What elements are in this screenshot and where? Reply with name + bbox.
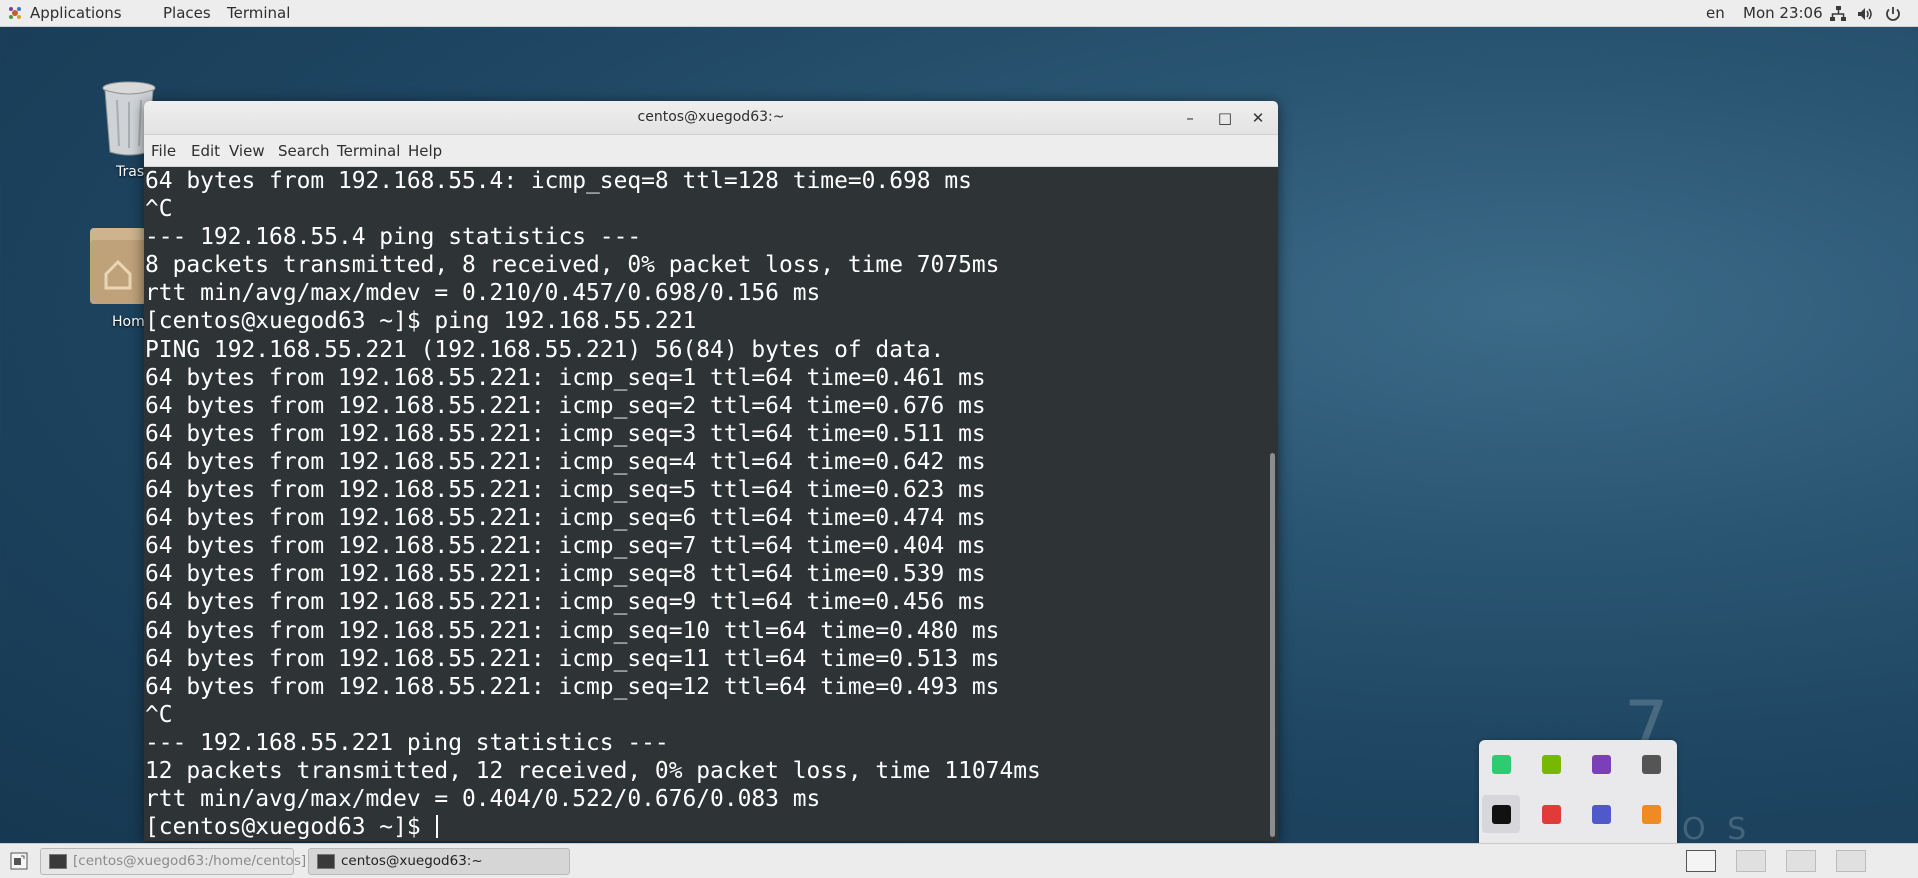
terminal-window: centos@xuegod63:~ – □ ✕ File Edit View S…	[144, 101, 1278, 841]
terminal-line: 64 bytes from 192.168.55.221: icmp_seq=7…	[145, 533, 986, 560]
applications-icon[interactable]	[8, 6, 22, 20]
terminal-line: 64 bytes from 192.168.55.221: icmp_seq=1…	[145, 673, 1000, 700]
centos-watermark-text: O S	[1682, 812, 1753, 847]
terminal-line: 64 bytes from 192.168.55.221: icmp_seq=6…	[145, 505, 986, 532]
bookmark-app-icon-glyph	[1492, 805, 1511, 824]
terminal-line: rtt min/avg/max/mdev = 0.210/0.457/0.698…	[145, 280, 821, 307]
nvidia-icon-glyph	[1542, 755, 1561, 774]
terminal-line: rtt min/avg/max/mdev = 0.404/0.522/0.676…	[145, 786, 821, 813]
task-terminal[interactable]: centos@xuegod63:~	[308, 848, 570, 875]
terminal-line: 64 bytes from 192.168.55.221: icmp_seq=8…	[145, 561, 986, 588]
menu-terminal[interactable]: Terminal	[337, 142, 400, 160]
menu-help[interactable]: Help	[408, 142, 442, 160]
places-menu[interactable]: Places	[163, 4, 211, 22]
wechat-icon[interactable]	[1482, 745, 1520, 783]
orange-app-icon[interactable]	[1632, 795, 1670, 833]
workspace-2[interactable]	[1736, 850, 1766, 872]
terminal-cursor	[436, 815, 439, 839]
onenote-icon[interactable]	[1582, 745, 1620, 783]
window-titlebar[interactable]: centos@xuegod63:~ – □ ✕	[144, 101, 1278, 135]
terminal-scrollbar[interactable]	[1266, 167, 1278, 841]
terminal-line: 12 packets transmitted, 12 received, 0% …	[145, 757, 1041, 784]
terminal-line: 64 bytes from 192.168.55.221: icmp_seq=5…	[145, 477, 986, 504]
terminal-task-icon	[317, 854, 335, 869]
nvidia-icon[interactable]	[1532, 745, 1570, 783]
power-icon[interactable]	[1884, 5, 1902, 23]
menu-search[interactable]: Search	[278, 142, 330, 160]
terminal-prompt-line: [centos@xuegod63 ~]$	[145, 813, 1266, 841]
terminal-line: 64 bytes from 192.168.55.4: icmp_seq=8 t…	[145, 168, 972, 194]
terminal-line: --- 192.168.55.4 ping statistics ---	[145, 224, 642, 251]
onedrive-icon-glyph	[1642, 755, 1661, 774]
terminal-line: ^C	[145, 196, 173, 223]
teams-icon[interactable]	[1582, 795, 1620, 833]
terminal-line: --- 192.168.55.221 ping statistics ---	[145, 729, 669, 756]
terminal-line: 64 bytes from 192.168.55.221: icmp_seq=1…	[145, 645, 1000, 672]
volume-icon[interactable]	[1856, 5, 1874, 23]
show-desktop-icon[interactable]	[10, 852, 28, 870]
wechat-icon-glyph	[1492, 755, 1511, 774]
minimize-button[interactable]: –	[1180, 108, 1200, 128]
task-label: centos@xuegod63:~	[341, 853, 483, 869]
network-icon[interactable]	[1829, 5, 1847, 23]
workspace-4[interactable]	[1836, 850, 1866, 872]
workspace-1[interactable]	[1686, 850, 1716, 872]
top-panel: Applications Places Terminal en Mon 23:0…	[0, 0, 1918, 27]
scrollbar-thumb[interactable]	[1270, 453, 1275, 837]
home-folder-icon[interactable]	[88, 222, 148, 308]
terminal-line: ^C	[145, 701, 173, 728]
workspace-3[interactable]	[1786, 850, 1816, 872]
terminal-line: 64 bytes from 192.168.55.221: icmp_seq=2…	[145, 392, 986, 419]
bookmark-app-icon[interactable]	[1482, 795, 1520, 833]
red-app-icon-glyph	[1542, 805, 1561, 824]
clock[interactable]: Mon 23:06	[1743, 4, 1823, 22]
terminal-line: 64 bytes from 192.168.55.221: icmp_seq=3…	[145, 420, 986, 447]
task-home-centos[interactable]: [centos@xuegod63:/home/centos]	[40, 848, 306, 875]
red-app-icon[interactable]	[1532, 795, 1570, 833]
orange-app-icon-glyph	[1642, 805, 1661, 824]
trash-label: Tras	[116, 164, 145, 180]
window-title: centos@xuegod63:~	[637, 109, 785, 125]
input-language[interactable]: en	[1706, 4, 1725, 22]
menu-edit[interactable]: Edit	[191, 142, 220, 160]
terminal-menubar: File Edit View Search Terminal Help	[144, 135, 1278, 167]
menu-view[interactable]: View	[229, 142, 265, 160]
terminal-output[interactable]: 64 bytes from 192.168.55.4: icmp_seq=8 t…	[144, 167, 1266, 841]
onedrive-icon[interactable]	[1632, 745, 1670, 783]
terminal-line: [centos@xuegod63 ~]$ ping 192.168.55.221	[145, 308, 697, 335]
terminal-line: 64 bytes from 192.168.55.221: icmp_seq=9…	[145, 589, 986, 616]
maximize-button[interactable]: □	[1215, 108, 1235, 128]
close-button[interactable]: ✕	[1248, 108, 1268, 128]
bottom-panel: [centos@xuegod63:/home/centos] centos@xu…	[0, 843, 1918, 878]
terminal-line: PING 192.168.55.221 (192.168.55.221) 56(…	[145, 336, 945, 363]
terminal-line: 64 bytes from 192.168.55.221: icmp_seq=1…	[145, 617, 1000, 644]
terminal-task-icon	[49, 854, 67, 869]
task-label: [centos@xuegod63:/home/centos]	[73, 853, 307, 869]
applications-menu[interactable]: Applications	[30, 4, 122, 22]
onenote-icon-glyph	[1592, 755, 1611, 774]
terminal-line: 64 bytes from 192.168.55.221: icmp_seq=4…	[145, 448, 986, 475]
home-label: Hom	[112, 314, 145, 330]
terminal-line: 64 bytes from 192.168.55.221: icmp_seq=1…	[145, 364, 986, 391]
menu-file[interactable]: File	[151, 142, 176, 160]
terminal-app-menu[interactable]: Terminal	[227, 4, 290, 22]
teams-icon-glyph	[1592, 805, 1611, 824]
terminal-line: 8 packets transmitted, 8 received, 0% pa…	[145, 252, 1000, 279]
